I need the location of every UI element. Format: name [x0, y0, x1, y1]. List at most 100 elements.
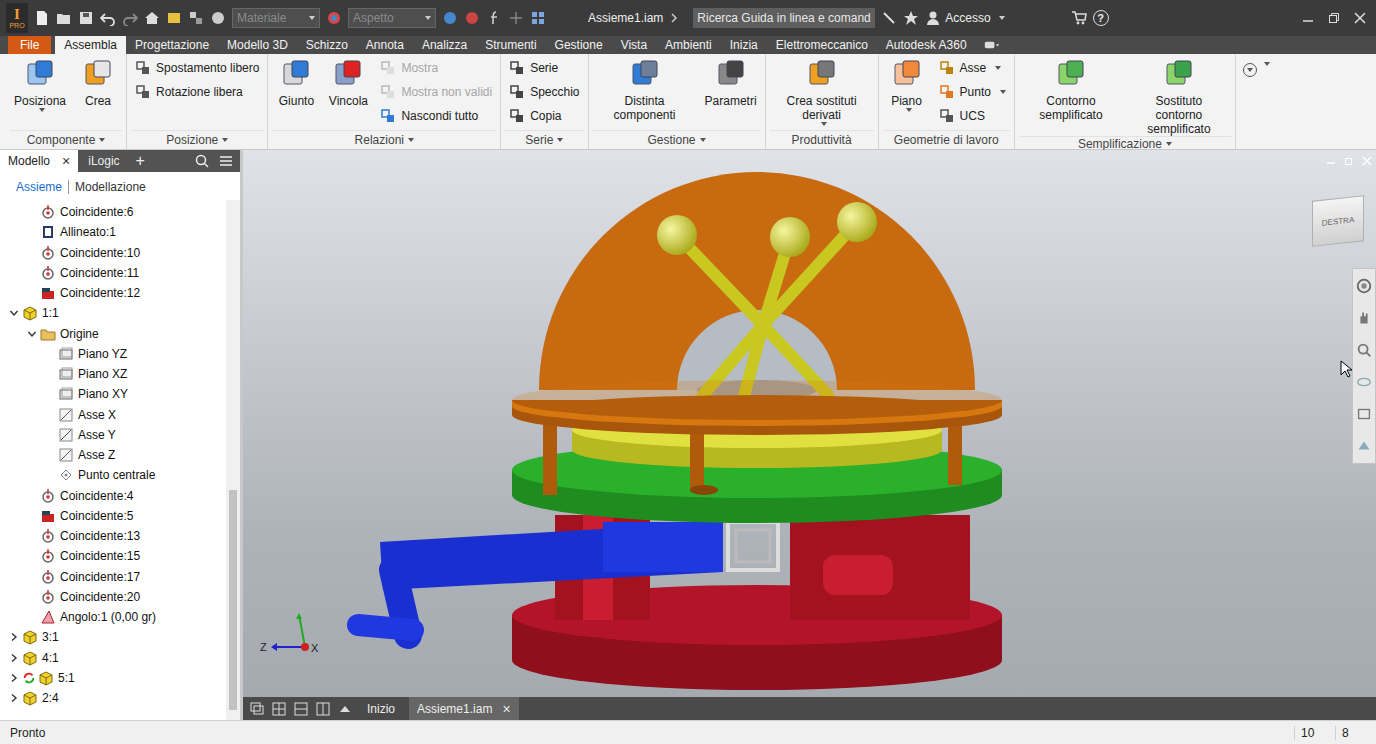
search-icon[interactable]	[194, 153, 210, 169]
expand-icon[interactable]	[8, 693, 20, 703]
ribbon-large-button[interactable]: Parametri	[701, 58, 761, 108]
ribbon-tab[interactable]: Schizzo	[297, 36, 357, 54]
open-icon[interactable]	[56, 10, 72, 26]
ribbon-large-button[interactable]: Contorno semplificato	[1019, 58, 1123, 122]
ribbon-tab[interactable]: Annota	[357, 36, 413, 54]
ribbon-options-button[interactable]	[1236, 54, 1276, 149]
ribbon-large-button[interactable]: Piano	[883, 58, 931, 112]
ribbon-tab[interactable]: Gestione	[546, 36, 612, 54]
tree-node[interactable]: Coincidente:13	[0, 526, 226, 546]
viewcube[interactable]: DESTRA	[1312, 195, 1364, 246]
browser-tab[interactable]: iLogic	[80, 150, 127, 172]
select-icon[interactable]	[188, 10, 204, 26]
tree-node[interactable]: 2:4	[0, 688, 226, 708]
tree-node[interactable]: Coincidente:20	[0, 587, 226, 607]
ribbon-group-title[interactable]: Semplificazione	[1019, 136, 1231, 151]
steering-wheel-icon[interactable]	[1355, 277, 1373, 295]
ribbon-group-title[interactable]: Serie	[505, 130, 583, 149]
appearance-icon[interactable]	[326, 10, 342, 26]
tree-node[interactable]: Coincidente:6	[0, 202, 226, 222]
tile-horizontal-icon[interactable]	[293, 701, 309, 717]
tree-node[interactable]: 4:1	[0, 648, 226, 668]
help-button[interactable]: ?	[1093, 10, 1109, 26]
ribbon-small-button[interactable]: Rotazione libera	[135, 82, 259, 102]
ribbon-group-title[interactable]: Geometrie di lavoro	[883, 130, 1010, 149]
ribbon-large-button[interactable]: Vincola	[324, 58, 372, 108]
pan-icon[interactable]	[1355, 309, 1373, 327]
ribbon-tab[interactable]: Progettazione	[126, 36, 218, 54]
ribbon-group-title[interactable]: Gestione	[593, 130, 761, 149]
tree-node[interactable]: Coincidente:15	[0, 546, 226, 566]
ribbon-group-title[interactable]: Relazioni	[272, 130, 496, 149]
cascade-icon[interactable]	[249, 701, 265, 717]
ribbon-tab[interactable]: File	[8, 36, 51, 54]
tree-node[interactable]: 5:1	[0, 668, 226, 688]
expand-icon[interactable]	[8, 653, 20, 663]
ribbon-small-button[interactable]: UCS	[939, 106, 1006, 126]
ribbon-small-button[interactable]: Mostra non validi	[380, 82, 492, 102]
tree-node[interactable]: Coincidente:5	[0, 506, 226, 526]
update-icon[interactable]	[166, 10, 182, 26]
tree-node[interactable]: Asse Z	[0, 445, 226, 465]
ribbon-group-title[interactable]: Componente	[10, 130, 122, 149]
save-icon[interactable]	[78, 10, 94, 26]
document-tab[interactable]: Assieme1.iam×	[409, 697, 519, 720]
ribbon-small-button[interactable]: Asse	[939, 58, 1006, 78]
home-icon[interactable]	[144, 10, 160, 26]
up-arrow-icon[interactable]	[337, 701, 353, 717]
tree-node[interactable]: Coincidente:11	[0, 263, 226, 283]
ribbon-group-title[interactable]: Posizione	[131, 130, 263, 149]
measure-icon[interactable]	[508, 10, 524, 26]
tree-node[interactable]: Piano XY	[0, 384, 226, 404]
ribbon-tab[interactable]: Strumenti	[476, 36, 545, 54]
globe-icon[interactable]	[210, 10, 226, 26]
orbit-icon[interactable]	[1355, 373, 1373, 391]
ribbon-large-button[interactable]: Posiziona	[10, 58, 70, 112]
adjust-icon[interactable]	[464, 10, 480, 26]
minimize-icon[interactable]	[1302, 12, 1314, 24]
view-icon[interactable]	[1355, 437, 1373, 455]
tree-node[interactable]: Asse Y	[0, 425, 226, 445]
sign-in-button[interactable]: Accesso	[925, 10, 1004, 26]
grid-icon[interactable]	[530, 10, 546, 26]
undo-icon[interactable]	[100, 10, 116, 26]
expand-icon[interactable]	[8, 632, 20, 642]
ribbon-small-button[interactable]: Specchio	[509, 82, 579, 102]
ribbon-large-button[interactable]: Giunto	[272, 58, 320, 108]
ribbon-tab[interactable]: Analizza	[413, 36, 476, 54]
star-icon[interactable]	[903, 10, 919, 26]
tree-node[interactable]: Asse X	[0, 405, 226, 425]
ribbon-tab[interactable]: Vista	[612, 36, 656, 54]
collapse-icon[interactable]	[26, 329, 38, 339]
tree-node[interactable]: Piano XZ	[0, 364, 226, 384]
ribbon-tab[interactable]: Autodesk A360	[877, 36, 976, 54]
new-icon[interactable]	[34, 10, 50, 26]
tree-node[interactable]: Coincidente:17	[0, 567, 226, 587]
ribbon-tab[interactable]: Inizia	[721, 36, 767, 54]
tree-node[interactable]: Coincidente:4	[0, 486, 226, 506]
browser-view-option[interactable]: Modellazione	[68, 180, 152, 194]
ribbon-small-button[interactable]: Spostamento libero	[135, 58, 259, 78]
browser-view-option[interactable]: Assieme	[14, 180, 68, 194]
minimize-icon[interactable]	[1326, 156, 1336, 166]
look-at-icon[interactable]	[1355, 405, 1373, 423]
restore-icon[interactable]	[1328, 12, 1340, 24]
tree-node[interactable]: Punto centrale	[0, 465, 226, 485]
ribbon-small-button[interactable]: Punto	[939, 82, 1006, 102]
ribbon-tab[interactable]: Elettromeccanico	[767, 36, 877, 54]
close-icon[interactable]	[1362, 156, 1372, 166]
restore-icon[interactable]	[1344, 156, 1354, 166]
viewcube-face[interactable]: DESTRA	[1322, 215, 1354, 227]
assembly-model[interactable]	[243, 150, 1376, 697]
tree-node[interactable]: 1:1	[0, 303, 226, 323]
tile-vertical-icon[interactable]	[315, 701, 331, 717]
viewport-3d[interactable]: DESTRAZX	[243, 150, 1376, 697]
appearance-dropdown[interactable]: Aspetto	[348, 8, 436, 28]
tile-icon[interactable]	[271, 701, 287, 717]
tree-node[interactable]: 3:1	[0, 627, 226, 647]
close-document-button[interactable]: ×	[502, 701, 510, 717]
zoom-icon[interactable]	[1355, 341, 1373, 359]
ribbon-group-title[interactable]: Produttività	[770, 130, 874, 149]
ribbon-large-button[interactable]: Crea	[74, 58, 122, 108]
ribbon-tab[interactable]: Assembla	[55, 36, 126, 54]
